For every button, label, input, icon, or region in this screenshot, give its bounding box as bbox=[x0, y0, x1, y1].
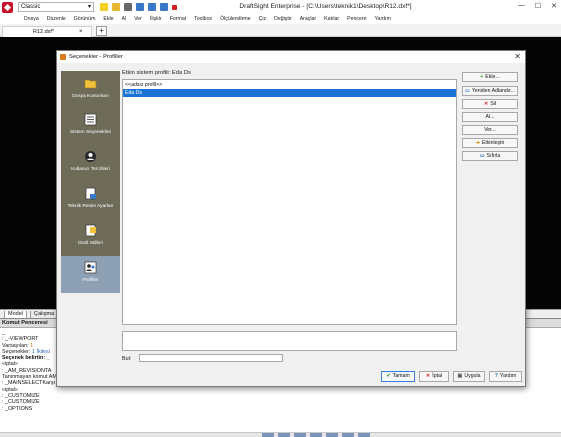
menu-item-olculendirme[interactable]: Ölçülendirme bbox=[220, 16, 251, 22]
nav-item-drawing-settings[interactable]: Teknik Resim Ayarları bbox=[61, 182, 120, 219]
help-button[interactable]: ? Yardım bbox=[489, 371, 522, 382]
profiles-icon bbox=[84, 261, 97, 274]
system-options-icon bbox=[84, 113, 97, 126]
button-label: Uygula bbox=[464, 373, 481, 379]
menu-item-format[interactable]: Format bbox=[170, 16, 186, 22]
button-label: Tamam bbox=[392, 373, 410, 379]
folder-icon bbox=[84, 79, 97, 89]
close-icon: ✕ bbox=[425, 373, 431, 379]
menu-item-ciz[interactable]: Çiz bbox=[259, 16, 267, 22]
menu-item-ekle[interactable]: Ekle bbox=[103, 16, 113, 22]
nav-item-label: Profiller bbox=[82, 278, 99, 283]
document-tab-strip: R12.dxf* × + bbox=[0, 24, 561, 37]
menu-item-degistir[interactable]: Değiştir bbox=[274, 16, 292, 22]
add-profile-button[interactable]: + Ekle... bbox=[462, 72, 518, 82]
dialog-title: Seçenekler - Profiller bbox=[69, 54, 123, 60]
dialog-titlebar[interactable]: Seçenekler - Profiller ✕ bbox=[57, 51, 525, 63]
menu-item-araclar[interactable]: Araçlar bbox=[300, 16, 316, 22]
profile-list-item-selected[interactable]: Eda Ds bbox=[123, 89, 456, 97]
profile-list[interactable]: <<adsız profil>> Eda Ds bbox=[122, 79, 457, 325]
apply-icon: ▣ bbox=[457, 373, 463, 379]
menu-item-al[interactable]: Al bbox=[121, 16, 126, 22]
rename-profile-button[interactable]: ▭ Yeniden Adlandır... bbox=[462, 86, 518, 96]
dialog-close-icon[interactable]: ✕ bbox=[514, 52, 521, 61]
help-icon: ? bbox=[494, 373, 498, 379]
document-tab[interactable]: R12.dxf* × bbox=[2, 26, 92, 37]
nav-item-label: Kullanıcı Tercihleri bbox=[71, 167, 110, 172]
cancel-button[interactable]: ✕ İptal bbox=[419, 371, 449, 382]
profile-description-box bbox=[122, 331, 457, 351]
document-tab-label: R12.dxf* bbox=[33, 29, 55, 35]
nav-item-label: Teknik Resim Ayarları bbox=[67, 204, 114, 209]
menu-item-pencere[interactable]: Pencere bbox=[347, 16, 366, 22]
close-tab-icon[interactable]: × bbox=[79, 27, 83, 37]
close-icon[interactable]: ✕ bbox=[551, 2, 557, 10]
find-input[interactable] bbox=[139, 354, 283, 362]
export-profile-button[interactable]: Ver... bbox=[462, 125, 518, 135]
options-dialog: Seçenekler - Profiller ✕ Dosya Konumları… bbox=[56, 50, 526, 387]
apply-button[interactable]: ▣ Uygula bbox=[453, 371, 485, 382]
menu-item-ver[interactable]: Ver bbox=[134, 16, 142, 22]
find-label: Bul: bbox=[122, 356, 132, 362]
reset-profile-button[interactable]: ▭ Sıfırla bbox=[462, 151, 518, 161]
user-preferences-icon bbox=[85, 151, 96, 162]
nav-item-system-options[interactable]: Sistem Seçenekleri bbox=[61, 108, 120, 145]
minimize-icon[interactable]: — bbox=[518, 2, 525, 10]
activate-profile-button[interactable]: ➜ Etkinleştir bbox=[462, 138, 518, 148]
button-label: Al... bbox=[485, 114, 495, 120]
menu-item-dosya[interactable]: Dosya bbox=[24, 16, 39, 22]
arrow-right-icon: ➜ bbox=[475, 140, 480, 146]
options-nav: Dosya Konumları Sistem Seçenekleri Kulla… bbox=[61, 71, 120, 293]
nav-item-user-preferences[interactable]: Kullanıcı Tercihleri bbox=[61, 145, 120, 182]
reset-icon: ▭ bbox=[479, 153, 485, 159]
import-profile-button[interactable]: Al... bbox=[462, 112, 518, 122]
button-label: Sil bbox=[490, 101, 497, 107]
button-label: Ekle... bbox=[485, 74, 500, 80]
draft-styles-icon bbox=[85, 224, 96, 237]
button-label: Yardım bbox=[499, 373, 517, 379]
options-icon bbox=[60, 54, 66, 60]
menu-item-gorunum[interactable]: Görünüm bbox=[74, 16, 96, 22]
menu-item-iliskir[interactable]: İlişkir bbox=[150, 16, 162, 22]
delete-icon: ✕ bbox=[483, 101, 489, 107]
nav-item-draft-styles[interactable]: Draft Stilleri bbox=[61, 219, 120, 256]
plus-icon: + bbox=[480, 74, 484, 80]
profile-list-item[interactable]: <<adsız profil>> bbox=[123, 81, 456, 89]
grid-toggle[interactable] bbox=[278, 433, 290, 437]
nav-item-file-locations[interactable]: Dosya Konumları bbox=[61, 71, 120, 108]
new-tab-button[interactable]: + bbox=[96, 26, 107, 36]
maximize-icon[interactable]: ☐ bbox=[535, 2, 541, 10]
menu-item-toolbox[interactable]: Toolbox bbox=[194, 16, 212, 22]
checkmark-icon: ✔ bbox=[386, 373, 391, 379]
button-label: İptal bbox=[432, 373, 443, 379]
command-input-line[interactable]: : _OPTIONS bbox=[2, 406, 561, 412]
snap-toggle[interactable] bbox=[262, 433, 274, 437]
nav-item-label: Dosya Konumları bbox=[72, 94, 109, 99]
rename-icon: ▭ bbox=[465, 88, 470, 94]
drawing-settings-icon bbox=[85, 187, 96, 200]
menu-item-duzenle[interactable]: Düzenle bbox=[47, 16, 66, 22]
app-titlebar: Classic ▾ DraftSight Enterprise - [C:\Us… bbox=[0, 0, 561, 14]
delete-profile-button[interactable]: ✕ Sil bbox=[462, 99, 518, 109]
button-label: Ver... bbox=[484, 127, 496, 133]
menu-item-katilar[interactable]: Katılar bbox=[324, 16, 339, 22]
polar-toggle[interactable] bbox=[310, 433, 322, 437]
current-profile-label: Etkin sistem profili: Eda Ds bbox=[122, 70, 191, 76]
esnap-toggle[interactable] bbox=[326, 433, 338, 437]
button-label: Yeniden Adlandır... bbox=[471, 88, 515, 94]
ok-button[interactable]: ✔ Tamam bbox=[381, 371, 415, 382]
button-label: Sıfırla bbox=[486, 153, 501, 159]
menu-item-yardim[interactable]: Yardım bbox=[374, 16, 390, 22]
status-bar bbox=[0, 432, 561, 437]
app-title: DraftSight Enterprise - [C:\Users\teknik… bbox=[239, 3, 412, 10]
menu-bar: Dosya Düzenle Görünüm Ekle Al Ver İlişki… bbox=[0, 14, 561, 24]
nav-item-label: Draft Stilleri bbox=[78, 241, 103, 246]
window-controls: — ☐ ✕ bbox=[518, 2, 557, 10]
lweight-toggle[interactable] bbox=[358, 433, 370, 437]
etrack-toggle[interactable] bbox=[342, 433, 354, 437]
nav-item-label: Sistem Seçenekleri bbox=[69, 130, 112, 135]
nav-item-profiles[interactable]: Profiller bbox=[61, 256, 120, 293]
ortho-toggle[interactable] bbox=[294, 433, 306, 437]
button-label: Etkinleştir bbox=[481, 140, 505, 146]
